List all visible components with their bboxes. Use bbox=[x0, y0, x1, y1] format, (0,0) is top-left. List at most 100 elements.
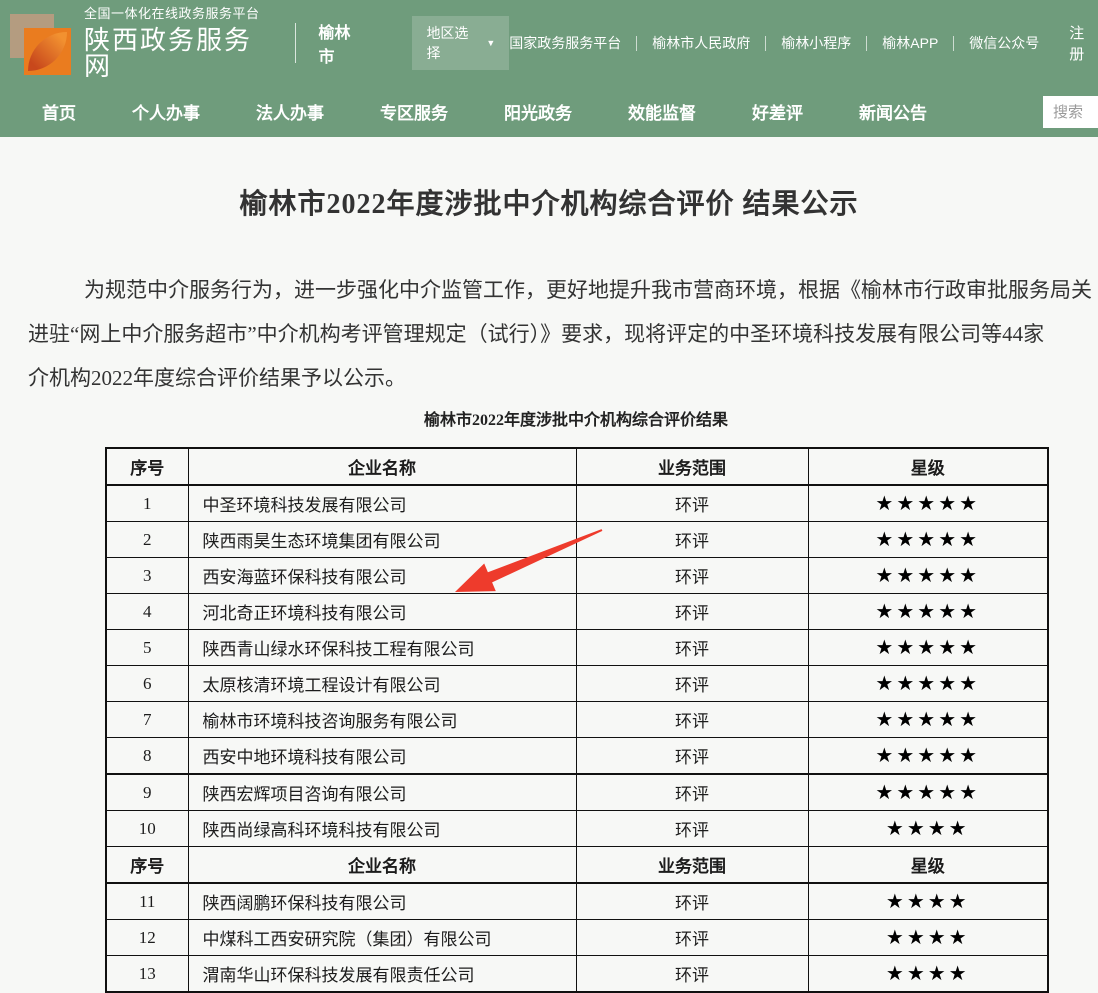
table-row: 2陕西雨昊生态环境集团有限公司环评★★★★★ bbox=[106, 522, 1048, 558]
business-scope: 环评 bbox=[576, 594, 808, 630]
table-row: 12中煤科工西安研究院（集团）有限公司环评★★★★ bbox=[106, 920, 1048, 956]
star-rating: ★★★★★ bbox=[808, 630, 1048, 666]
star-rating: ★★★★★ bbox=[808, 738, 1048, 775]
business-scope: 环评 bbox=[576, 485, 808, 522]
company-name: 中煤科工西安研究院（集团）有限公司 bbox=[188, 920, 576, 956]
company-name: 陕西尚绿高科环境科技有限公司 bbox=[188, 811, 576, 847]
column-header: 业务范围 bbox=[576, 448, 808, 485]
company-name: 太原核清环境工程设计有限公司 bbox=[188, 666, 576, 702]
star-rating: ★★★★★ bbox=[808, 594, 1048, 630]
row-number: 8 bbox=[106, 738, 188, 775]
table-caption: 榆林市2022年度涉批中介机构综合评价结果 bbox=[105, 406, 1047, 430]
row-number: 11 bbox=[106, 883, 188, 920]
company-name: 渭南华山环保科技发展有限责任公司 bbox=[188, 956, 576, 993]
business-scope: 环评 bbox=[576, 702, 808, 738]
table-row: 3西安海蓝环保科技有限公司环评★★★★★ bbox=[106, 558, 1048, 594]
nav-item-专区服务[interactable]: 专区服务 bbox=[380, 99, 448, 124]
column-header: 业务范围 bbox=[576, 847, 808, 884]
table-row: 5陕西青山绿水环保科技工程有限公司环评★★★★★ bbox=[106, 630, 1048, 666]
top-bar: 全国一体化在线政务服务平台 陕西政务服务网 榆林市 地区选择 ▼ 国家政务服务平… bbox=[0, 0, 1098, 86]
company-name: 中圣环境科技发展有限公司 bbox=[188, 485, 576, 522]
row-number: 7 bbox=[106, 702, 188, 738]
nav-item-阳光政务[interactable]: 阳光政务 bbox=[504, 99, 572, 124]
table-header-row: 序号企业名称业务范围星级 bbox=[106, 448, 1048, 485]
paragraph-line: 进驻“网上中介服务超市”中介机构考评管理规定（试行）》要求，现将评定的中圣环境科… bbox=[28, 312, 1098, 356]
row-number: 6 bbox=[106, 666, 188, 702]
paragraph-line: 为规范中介服务行为，进一步强化中介监管工作，更好地提升我市营商环境，根据《榆林市… bbox=[28, 268, 1098, 312]
nav-item-个人办事[interactable]: 个人办事 bbox=[132, 99, 200, 124]
company-name: 西安中地环境科技有限公司 bbox=[188, 738, 576, 775]
column-header: 企业名称 bbox=[188, 448, 576, 485]
star-rating: ★★★★★ bbox=[808, 774, 1048, 811]
external-link[interactable]: 微信公众号 bbox=[969, 33, 1039, 53]
company-name: 西安海蓝环保科技有限公司 bbox=[188, 558, 576, 594]
search-input[interactable] bbox=[1043, 96, 1098, 128]
current-city-label: 榆林市 bbox=[319, 19, 365, 67]
row-number: 1 bbox=[106, 485, 188, 522]
row-number: 12 bbox=[106, 920, 188, 956]
company-name: 榆林市环境科技咨询服务有限公司 bbox=[188, 702, 576, 738]
nav-item-好差评[interactable]: 好差评 bbox=[752, 99, 803, 124]
business-scope: 环评 bbox=[576, 920, 808, 956]
business-scope: 环评 bbox=[576, 774, 808, 811]
external-link[interactable]: 国家政务服务平台 bbox=[509, 33, 621, 53]
link-separator bbox=[636, 36, 637, 51]
external-link[interactable]: 榆林市人民政府 bbox=[652, 33, 750, 53]
row-number: 9 bbox=[106, 774, 188, 811]
row-number: 10 bbox=[106, 811, 188, 847]
table-row: 8西安中地环境科技有限公司环评★★★★★ bbox=[106, 738, 1048, 775]
business-scope: 环评 bbox=[576, 883, 808, 920]
link-separator bbox=[765, 36, 766, 51]
table-row: 6太原核清环境工程设计有限公司环评★★★★★ bbox=[106, 666, 1048, 702]
table-row: 10陕西尚绿高科环境科技有限公司环评★★★★ bbox=[106, 811, 1048, 847]
business-scope: 环评 bbox=[576, 811, 808, 847]
table-header-row: 序号企业名称业务范围星级 bbox=[106, 847, 1048, 884]
evaluation-results-table: 序号企业名称业务范围星级1中圣环境科技发展有限公司环评★★★★★2陕西雨昊生态环… bbox=[105, 447, 1049, 993]
star-rating: ★★★★★ bbox=[808, 666, 1048, 702]
register-link[interactable]: 注册 bbox=[1069, 22, 1098, 64]
nav-item-首页[interactable]: 首页 bbox=[42, 99, 76, 124]
business-scope: 环评 bbox=[576, 558, 808, 594]
nav-item-法人办事[interactable]: 法人办事 bbox=[256, 99, 324, 124]
star-rating: ★★★★ bbox=[808, 811, 1048, 847]
external-link[interactable]: 榆林小程序 bbox=[781, 33, 851, 53]
business-scope: 环评 bbox=[576, 666, 808, 702]
table-row: 4河北奇正环境科技有限公司环评★★★★★ bbox=[106, 594, 1048, 630]
star-rating: ★★★★★ bbox=[808, 702, 1048, 738]
site-name: 陕西政务服务网 bbox=[84, 27, 272, 79]
site-logo-icon bbox=[10, 10, 72, 76]
star-rating: ★★★★★ bbox=[808, 485, 1048, 522]
link-separator bbox=[866, 36, 867, 51]
nav-item-新闻公告[interactable]: 新闻公告 bbox=[859, 99, 927, 124]
company-name: 河北奇正环境科技有限公司 bbox=[188, 594, 576, 630]
star-rating: ★★★★★ bbox=[808, 558, 1048, 594]
column-header: 星级 bbox=[808, 847, 1048, 884]
row-number: 4 bbox=[106, 594, 188, 630]
chevron-down-icon: ▼ bbox=[486, 39, 495, 48]
column-header: 星级 bbox=[808, 448, 1048, 485]
table-row: 9陕西宏辉项目咨询有限公司环评★★★★★ bbox=[106, 774, 1048, 811]
header-divider bbox=[295, 23, 296, 63]
page: { "theme": { "green": "#6f9c7c", "green_… bbox=[0, 0, 1098, 947]
external-link[interactable]: 榆林APP bbox=[882, 33, 938, 53]
star-rating: ★★★★ bbox=[808, 920, 1048, 956]
star-rating: ★★★★★ bbox=[808, 522, 1048, 558]
announcement-paragraph: 为规范中介服务行为，进一步强化中介监管工作，更好地提升我市营商环境，根据《榆林市… bbox=[0, 268, 1098, 400]
nav-item-效能监督[interactable]: 效能监督 bbox=[628, 99, 696, 124]
column-header: 序号 bbox=[106, 448, 188, 485]
paragraph-line: 介机构2022年度综合评价结果予以公示。 bbox=[28, 356, 1098, 400]
masthead: 全国一体化在线政务服务平台 陕西政务服务网 榆林市 地区选择 ▼ 国家政务服务平… bbox=[0, 0, 1098, 137]
table-row: 11陕西阔鹏环保科技有限公司环评★★★★ bbox=[106, 883, 1048, 920]
site-brand: 全国一体化在线政务服务平台 陕西政务服务网 bbox=[84, 7, 272, 79]
table-row: 1中圣环境科技发展有限公司环评★★★★★ bbox=[106, 485, 1048, 522]
page-title: 榆林市2022年度涉批中介机构综合评价 结果公示 bbox=[0, 182, 1098, 222]
region-select-button[interactable]: 地区选择 ▼ bbox=[412, 16, 509, 70]
company-name: 陕西宏辉项目咨询有限公司 bbox=[188, 774, 576, 811]
company-name: 陕西阔鹏环保科技有限公司 bbox=[188, 883, 576, 920]
column-header: 序号 bbox=[106, 847, 188, 884]
company-name: 陕西青山绿水环保科技工程有限公司 bbox=[188, 630, 576, 666]
main-nav: 首页 个人办事 法人办事 专区服务 阳光政务 效能监督 好差评 新闻公告 bbox=[0, 86, 1098, 137]
column-header: 企业名称 bbox=[188, 847, 576, 884]
external-links: 国家政务服务平台 榆林市人民政府 榆林小程序 榆林APP 微信公众号 bbox=[509, 33, 1039, 53]
business-scope: 环评 bbox=[576, 738, 808, 775]
